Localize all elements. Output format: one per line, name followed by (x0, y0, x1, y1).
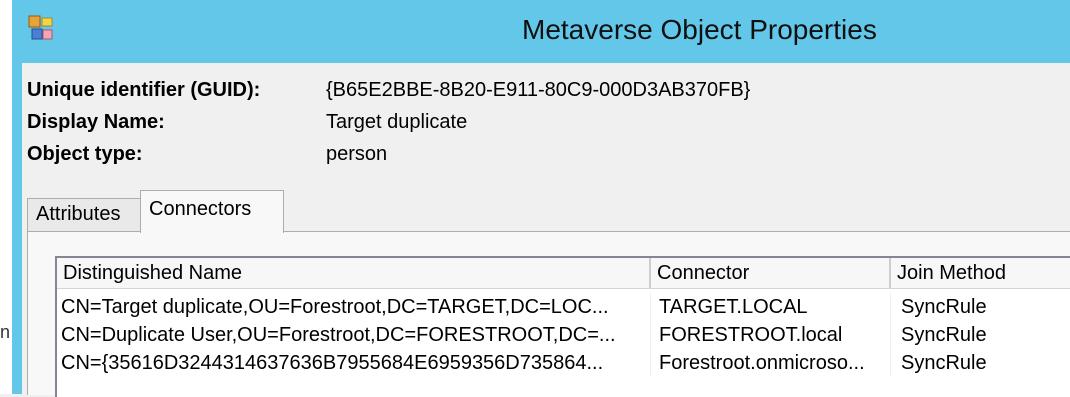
connectors-list[interactable]: Distinguished Name Connector Join Method… (55, 256, 1070, 397)
column-header-join-method[interactable]: Join Method (891, 258, 1070, 289)
connector-cell: FORESTROOT.local (651, 321, 891, 349)
properties-panel: Unique identifier (GUID): {B65E2BBE-8B20… (22, 63, 1070, 397)
join-method-cell: SyncRule (901, 324, 987, 346)
distinguished-name-cell: CN=Target duplicate,OU=Forestroot,DC=TAR… (57, 293, 651, 321)
background-window-text: n (0, 322, 11, 342)
window-frame (12, 63, 22, 394)
display-name-value: Target duplicate (326, 111, 468, 133)
table-row[interactable]: CN={35616D3244314637636B7955684E6959356D… (57, 349, 1070, 377)
column-header-connector[interactable]: Connector (651, 258, 891, 289)
guid-label: Unique identifier (GUID): (27, 79, 261, 101)
table-row[interactable]: CN=Target duplicate,OU=Forestroot,DC=TAR… (57, 293, 1070, 321)
join-method-cell: SyncRule (901, 352, 987, 374)
object-type-value: person (326, 143, 388, 165)
connectors-tab-page: Distinguished Name Connector Join Method… (27, 231, 1070, 397)
display-name-label: Display Name: (27, 111, 165, 133)
title-bar[interactable]: Metaverse Object Properties (12, 0, 1070, 63)
tab-attributes[interactable]: Attributes (27, 198, 146, 231)
object-type-label: Object type: (27, 143, 143, 165)
tab-strip: Attributes Connectors (27, 190, 1070, 233)
distinguished-name-cell: CN={35616D3244314637636B7955684E6959356D… (57, 349, 651, 377)
column-header-distinguished-name[interactable]: Distinguished Name (57, 258, 651, 289)
background-window-strip: n (0, 0, 12, 394)
connector-cell: TARGET.LOCAL (651, 293, 891, 321)
metaverse-properties-window: Metaverse Object Properties Unique ident… (12, 0, 1070, 397)
table-row[interactable]: CN=Duplicate User,OU=Forestroot,DC=FORES… (57, 321, 1070, 349)
metaverse-icon (28, 15, 54, 41)
tab-connectors[interactable]: Connectors (140, 190, 284, 233)
guid-value: {B65E2BBE-8B20-E911-80C9-000D3AB370FB} (326, 79, 751, 101)
join-method-cell: SyncRule (901, 296, 987, 318)
distinguished-name-cell: CN=Duplicate User,OU=Forestroot,DC=FORES… (57, 321, 651, 349)
window-title: Metaverse Object Properties (522, 14, 877, 45)
connector-cell: Forestroot.onmicroso... (651, 349, 891, 377)
